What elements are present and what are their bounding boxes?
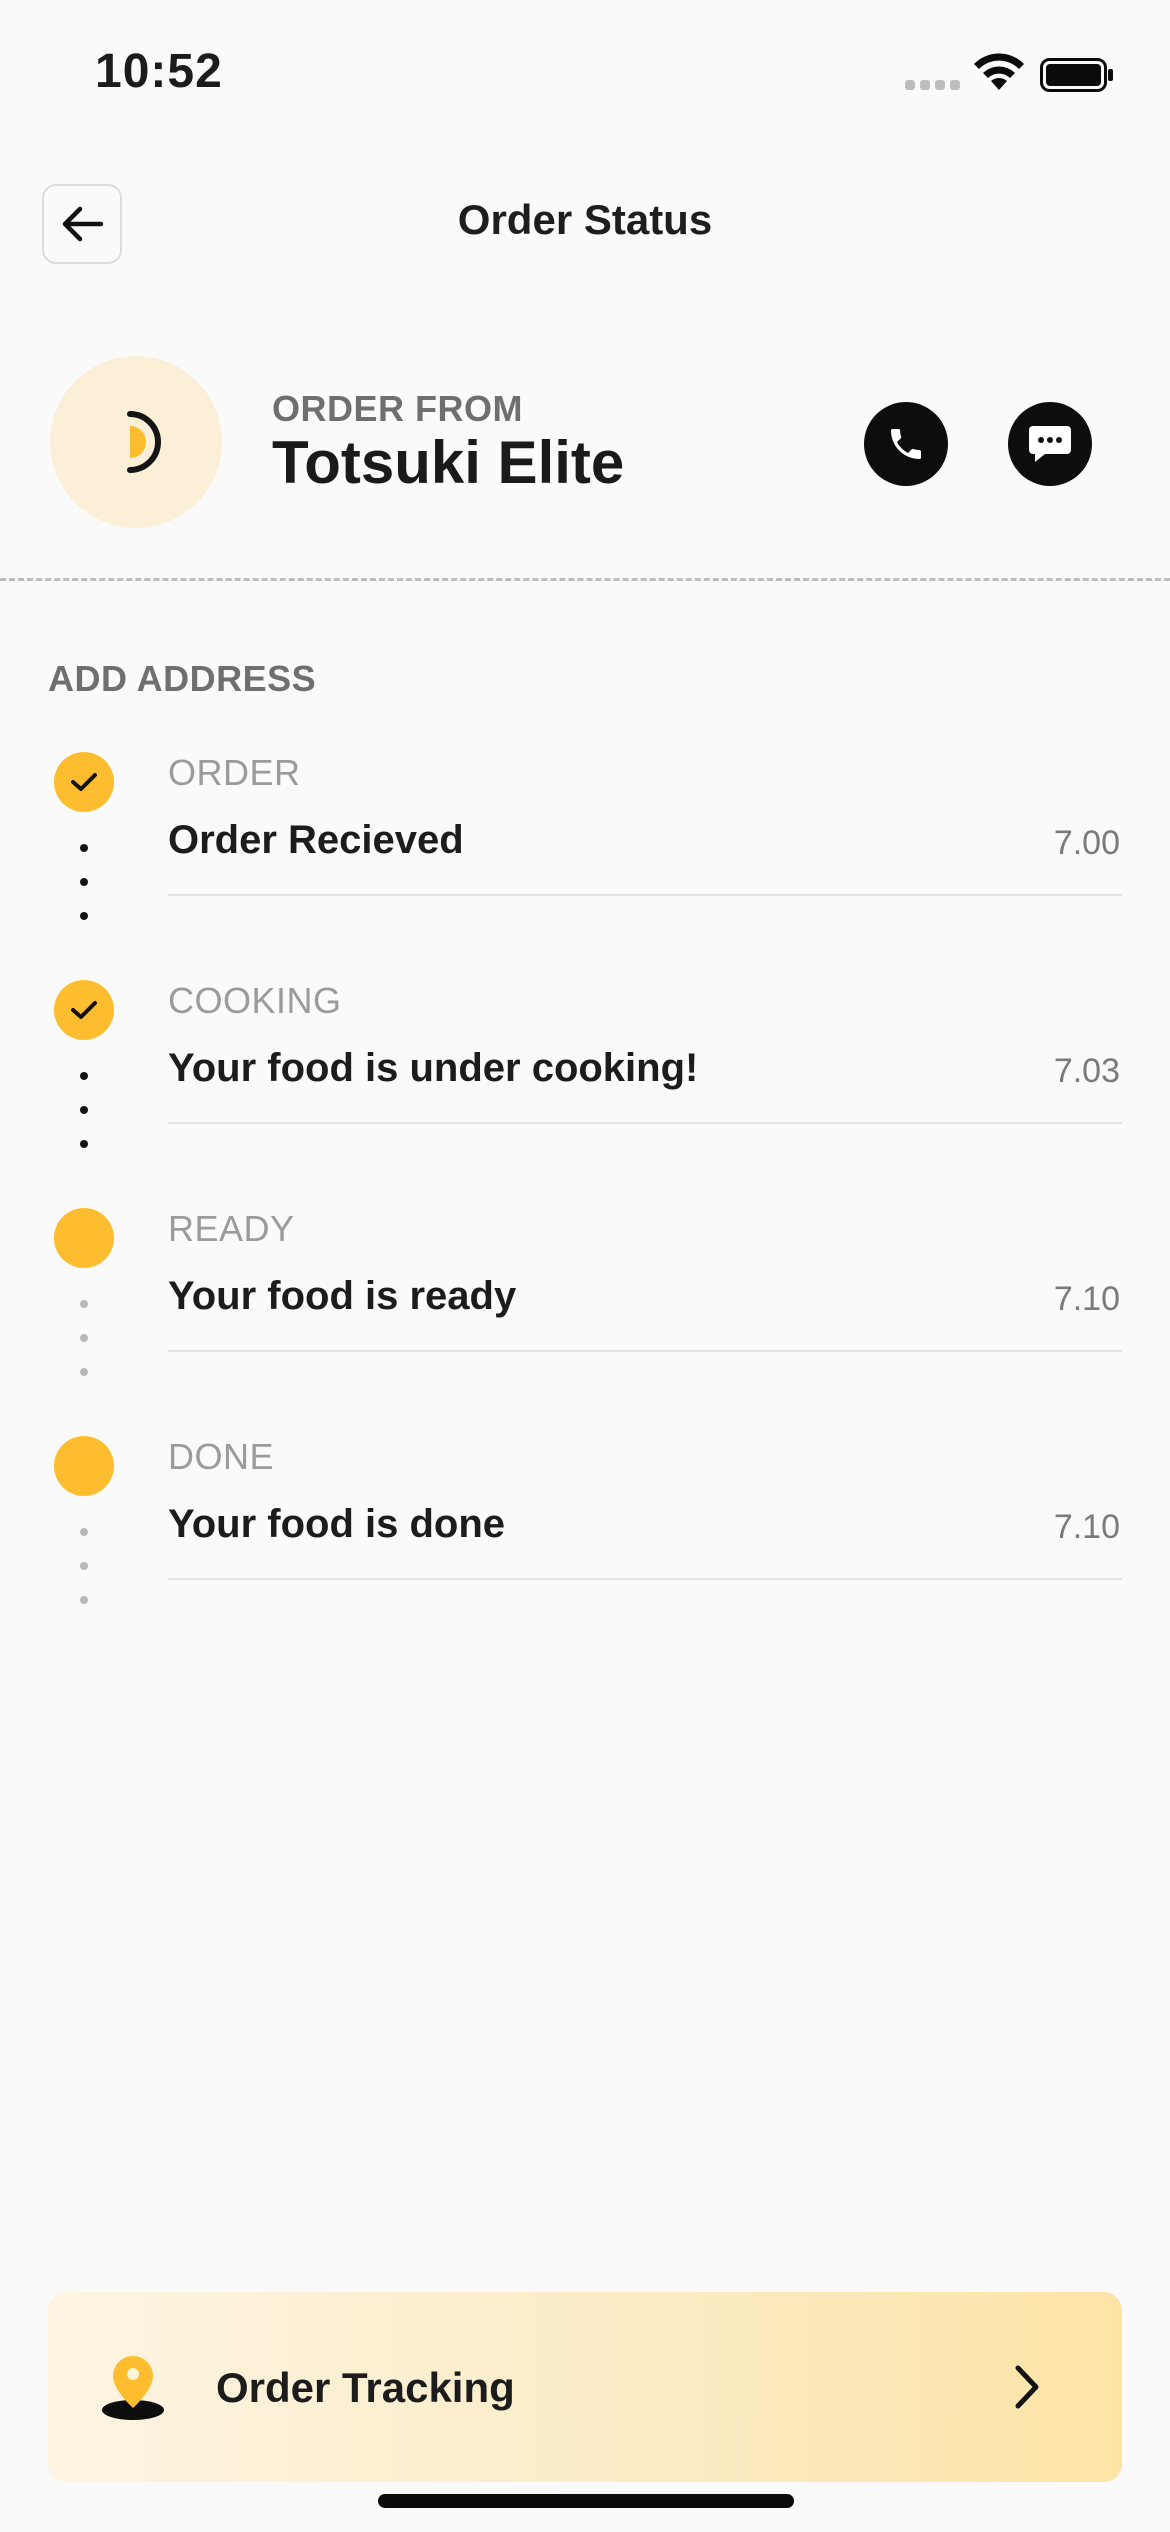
step-divider [168,1578,1122,1580]
step-title: Your food is done [168,1502,506,1546]
status-step-ready: READY Your food is ready 7.10 [0,1184,1170,1412]
step-divider [168,1350,1122,1352]
step-connector [80,844,88,920]
home-indicator[interactable] [378,2494,794,2508]
step-category: DONE [168,1436,275,1477]
restaurant-logo [50,356,222,528]
step-category: READY [168,1208,295,1249]
order-tracking-button[interactable]: Order Tracking [48,2292,1122,2482]
order-tracking-label: Order Tracking [216,2364,515,2411]
call-button[interactable] [864,402,948,486]
restaurant-logo-icon [127,411,161,473]
step-divider [168,1122,1122,1124]
step-title: Your food is under cooking! [168,1046,699,1090]
chat-bubble-icon [1029,426,1071,462]
chat-button[interactable] [1008,402,1092,486]
add-address-link[interactable]: ADD ADDRESS [48,658,316,700]
step-title: Order Recieved [168,818,464,862]
order-from-label: ORDER FROM [272,388,523,429]
step-connector [80,1528,88,1604]
step-divider [168,894,1122,896]
status-step-order: ORDER Order Recieved 7.00 [0,728,1170,956]
step-category: COOKING [168,980,342,1021]
step-indicator [54,1436,114,1496]
step-connector [80,1072,88,1148]
section-divider [0,578,1170,581]
status-step-cooking: COOKING Your food is under cooking! 7.03 [0,956,1170,1184]
step-time: 7.03 [1053,1052,1120,1090]
chevron-right-icon [1015,2365,1039,2409]
check-icon [71,1001,97,1019]
battery-icon [1040,58,1113,92]
check-icon [71,773,97,791]
status-bar: 10:52 [0,0,1170,150]
location-pin-icon [102,2356,164,2420]
step-indicator [54,1208,114,1268]
step-title: Your food is ready [168,1274,517,1318]
step-category: ORDER [168,752,301,793]
step-indicator [54,752,114,812]
step-indicator [54,980,114,1040]
step-connector [80,1300,88,1376]
wifi-icon [974,53,1024,90]
restaurant-name: Totsuki Elite [272,429,625,496]
status-time: 10:52 [95,45,223,98]
step-time: 7.10 [1053,1508,1120,1546]
cellular-signal-icon [905,80,961,92]
step-time: 7.10 [1053,1280,1120,1318]
step-time: 7.00 [1053,824,1120,862]
phone-icon [891,429,921,459]
page-title: Order Status [457,196,713,243]
status-step-done: DONE Your food is done 7.10 [0,1412,1170,1640]
